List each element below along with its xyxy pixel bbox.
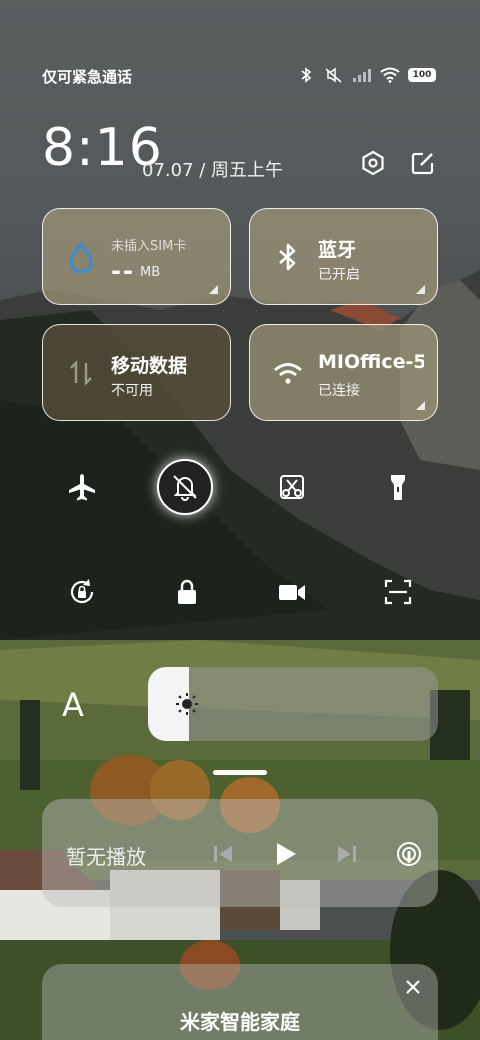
wifi-icon (380, 66, 400, 84)
wifi-icon (272, 357, 304, 389)
mobile-data-status: 不可用 (111, 383, 153, 399)
carrier-status: 仅可紧急通话 (42, 68, 133, 86)
bluetooth-title: 蓝牙 (318, 239, 357, 261)
toggle-silent-mode[interactable] (157, 459, 213, 515)
data-arrows-icon (65, 357, 97, 389)
tile-mobile-data[interactable]: 移动数据 不可用 (42, 324, 231, 421)
next-icon[interactable] (332, 839, 362, 869)
toggle-auto-rotate[interactable] (54, 564, 110, 620)
toggle-lock-screen[interactable] (159, 564, 215, 620)
bluetooth-status: 已开启 (318, 267, 360, 283)
bluetooth-icon (272, 241, 304, 273)
tile-data-usage[interactable]: 未插入SIM卡 -- MB (42, 208, 231, 305)
close-icon[interactable] (402, 976, 424, 998)
date: 07.07 / 周五上午 (142, 160, 284, 181)
data-usage-unit: MB (140, 265, 161, 280)
toggle-airplane-mode[interactable] (54, 459, 110, 515)
settings-icon[interactable] (360, 150, 386, 176)
toggle-screen-record[interactable] (264, 564, 320, 620)
tile-wifi[interactable]: MIOffice-5G 已连接 (249, 324, 438, 421)
brightness-slider[interactable] (148, 667, 438, 741)
mobile-data-title: 移动数据 (111, 355, 188, 377)
toggle-scanner[interactable] (370, 564, 426, 620)
expand-corner-icon (416, 285, 425, 294)
previous-icon[interactable] (208, 839, 238, 869)
scan-icon (384, 579, 412, 605)
toggle-flashlight[interactable] (370, 459, 426, 515)
bell-off-icon (173, 475, 197, 501)
tile-bluetooth[interactable]: 蓝牙 已开启 (249, 208, 438, 305)
media-card: 暂无播放 (42, 799, 438, 907)
font-size-button[interactable]: A (62, 686, 84, 724)
battery-icon: 100 (408, 68, 436, 82)
edit-icon[interactable] (410, 150, 436, 176)
wifi-title: MIOffice-5G (318, 351, 424, 373)
sun-icon (174, 691, 200, 717)
data-usage-value: -- (111, 257, 135, 285)
status-icons: 100 (296, 66, 436, 84)
top-actions (360, 150, 436, 176)
smart-home-card[interactable]: 米家智能家庭 (42, 964, 438, 1040)
bluetooth-icon (296, 66, 316, 84)
lock-icon (178, 579, 196, 604)
drag-handle[interactable] (213, 770, 267, 775)
scissors-icon (280, 475, 304, 499)
rotate-lock-icon (70, 579, 94, 604)
flashlight-icon (391, 475, 405, 500)
toggle-screenshot[interactable] (264, 459, 320, 515)
cast-icon[interactable] (394, 839, 424, 869)
signal-icon (352, 66, 372, 84)
media-status: 暂无播放 (66, 845, 146, 869)
wifi-status: 已连接 (318, 383, 360, 399)
expand-corner-icon (209, 285, 218, 294)
silent-icon (324, 66, 344, 84)
sim-status: 未插入SIM卡 (111, 239, 187, 254)
water-drop-icon (65, 241, 97, 274)
video-camera-icon (279, 585, 305, 600)
play-icon[interactable] (270, 839, 300, 869)
smart-home-title: 米家智能家庭 (180, 1010, 300, 1034)
airplane-icon (69, 474, 95, 501)
expand-corner-icon (416, 401, 425, 410)
